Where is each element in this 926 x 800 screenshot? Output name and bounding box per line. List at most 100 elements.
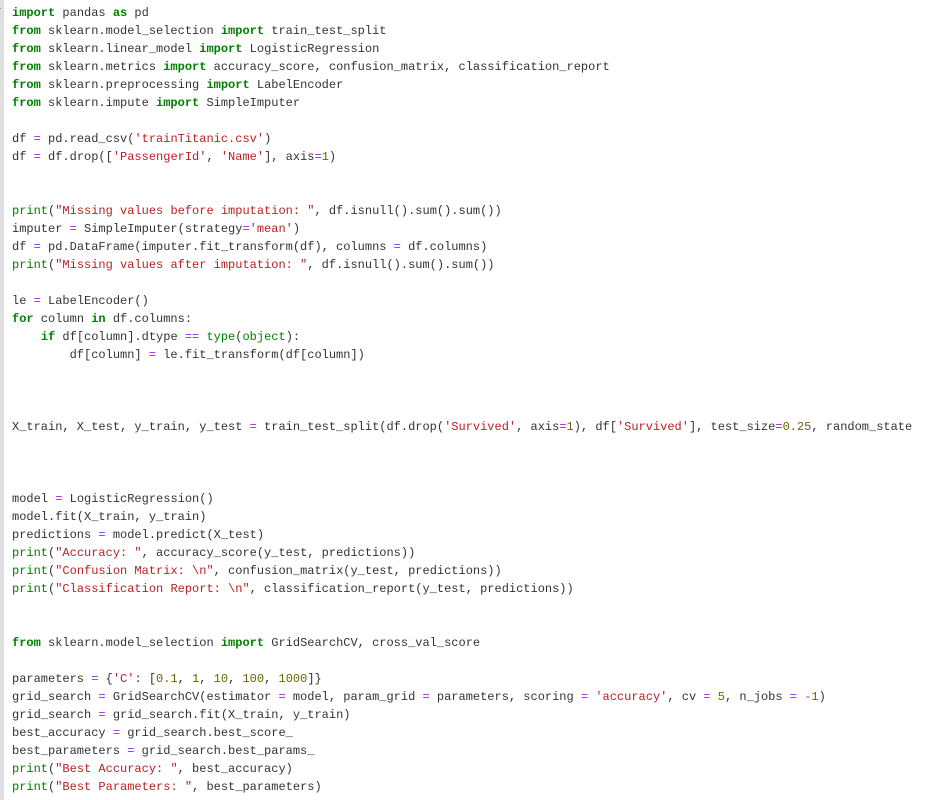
token-nm: ( [48,762,55,776]
token-num: 1 [322,150,329,164]
code-line [12,274,918,292]
code-line [12,652,918,670]
code-line: print("Best Accuracy: ", best_accuracy) [12,760,918,778]
token-num: 0.25 [783,420,812,434]
token-nm: grid_search [12,690,98,704]
token-nm: grid_search.best_params_ [134,744,314,758]
token-nm: best_parameters [12,744,127,758]
code-line: print("Classification Report: \n", class… [12,580,918,598]
code-line: from sklearn.impute import SimpleImputer [12,94,918,112]
token-op: = [703,690,710,704]
code-line: if df[column].dtype == type(object): [12,328,918,346]
token-nm: , random_state [811,420,912,434]
token-nm: LogisticRegression() [62,492,213,506]
code-line: from sklearn.metrics import accuracy_sco… [12,58,918,76]
token-num: 1000 [279,672,308,686]
token-nm: ) [264,132,271,146]
token-kw: in [91,312,105,326]
token-num: 1 [567,420,574,434]
code-line: df = pd.DataFrame(imputer.fit_transform(… [12,238,918,256]
token-nm: ): [286,330,300,344]
code-line [12,364,918,382]
code-line: from sklearn.preprocessing import LabelE… [12,76,918,94]
token-nm: model.predict(X_test) [106,528,264,542]
token-kw: import [221,24,264,38]
token-nm: pd [127,6,149,20]
token-kw: from [12,24,41,38]
token-op: = [278,690,285,704]
token-nm: grid_search.fit(X_train, y_train) [106,708,351,722]
token-nm: grid_search.best_score_ [120,726,293,740]
token-op: = [149,348,156,362]
token-nm: , accuracy_score(y_test, predictions)) [142,546,416,560]
code-line: imputer = SimpleImputer(strategy='mean') [12,220,918,238]
code-line [12,472,918,490]
token-num: 0.1 [156,672,178,686]
token-op: = [127,744,134,758]
token-op: = [790,690,797,704]
cell-run-marker: ▸ [0,2,1,17]
code-line [12,598,918,616]
token-nm [12,330,41,344]
token-nm: df[column].dtype [55,330,185,344]
code-line: print("Missing values after imputation: … [12,256,918,274]
token-op: = [34,294,41,308]
token-op: = [98,708,105,722]
token-str: "Missing values after imputation: " [55,258,307,272]
token-nm: ]} [307,672,321,686]
token-nm: df[column] [12,348,149,362]
token-num: 5 [718,690,725,704]
code-line [12,166,918,184]
code-line: parameters = {'C': [0.1, 1, 10, 100, 100… [12,670,918,688]
token-op: = [34,150,41,164]
token-nm: : [ [134,672,156,686]
code-line: X_train, X_test, y_train, y_test = train… [12,418,918,436]
token-str: 'trainTitanic.csv' [134,132,264,146]
token-nm: LabelEncoder() [41,294,149,308]
token-nm: GridSearchCV, cross_val_score [264,636,480,650]
token-nm: model.fit(X_train, y_train) [12,510,206,524]
token-kw: import [163,60,206,74]
code-cell[interactable]: import pandas as pdfrom sklearn.model_se… [12,4,918,796]
token-str: "Missing values before imputation: " [55,204,314,218]
token-nm: best_accuracy [12,726,113,740]
code-line: from sklearn.model_selection import trai… [12,22,918,40]
token-kw: from [12,78,41,92]
token-nm: , [178,672,192,686]
token-kw: for [12,312,34,326]
token-nm: df.drop([ [41,150,113,164]
token-str: "Best Parameters: " [55,780,192,794]
token-nm [711,690,718,704]
token-str: "Confusion Matrix: \n" [55,564,213,578]
code-line: df = df.drop(['PassengerId', 'Name'], ax… [12,148,918,166]
token-str: "Best Accuracy: " [55,762,177,776]
token-nm: ], test_size [689,420,775,434]
token-nm: ) [819,690,826,704]
token-op: = [422,690,429,704]
token-nm: ) [329,150,336,164]
token-nm: ( [48,780,55,794]
token-nm: sklearn.metrics [41,60,163,74]
token-nm: SimpleImputer(strategy [77,222,243,236]
token-nm: , [264,672,278,686]
token-str: "Classification Report: \n" [55,582,249,596]
token-nm: pd.DataFrame(imputer.fit_transform(df), … [41,240,394,254]
token-num: 10 [214,672,228,686]
token-nm: X_train, X_test, y_train, y_test [12,420,250,434]
token-op: = [250,420,257,434]
code-line: best_parameters = grid_search.best_param… [12,742,918,760]
token-nm: df [12,240,34,254]
token-nm: ), df[ [574,420,617,434]
code-line: print("Best Parameters: ", best_paramete… [12,778,918,796]
token-kw: from [12,60,41,74]
token-builtin: object [242,330,285,344]
token-nm: column [34,312,92,326]
code-line: predictions = model.predict(X_test) [12,526,918,544]
token-str: 'accuracy' [595,690,667,704]
token-nm: { [98,672,112,686]
code-line: df = pd.read_csv('trainTitanic.csv') [12,130,918,148]
token-str: 'PassengerId' [113,150,207,164]
code-line: model.fit(X_train, y_train) [12,508,918,526]
token-nm: , [228,672,242,686]
token-nm: df [12,150,34,164]
